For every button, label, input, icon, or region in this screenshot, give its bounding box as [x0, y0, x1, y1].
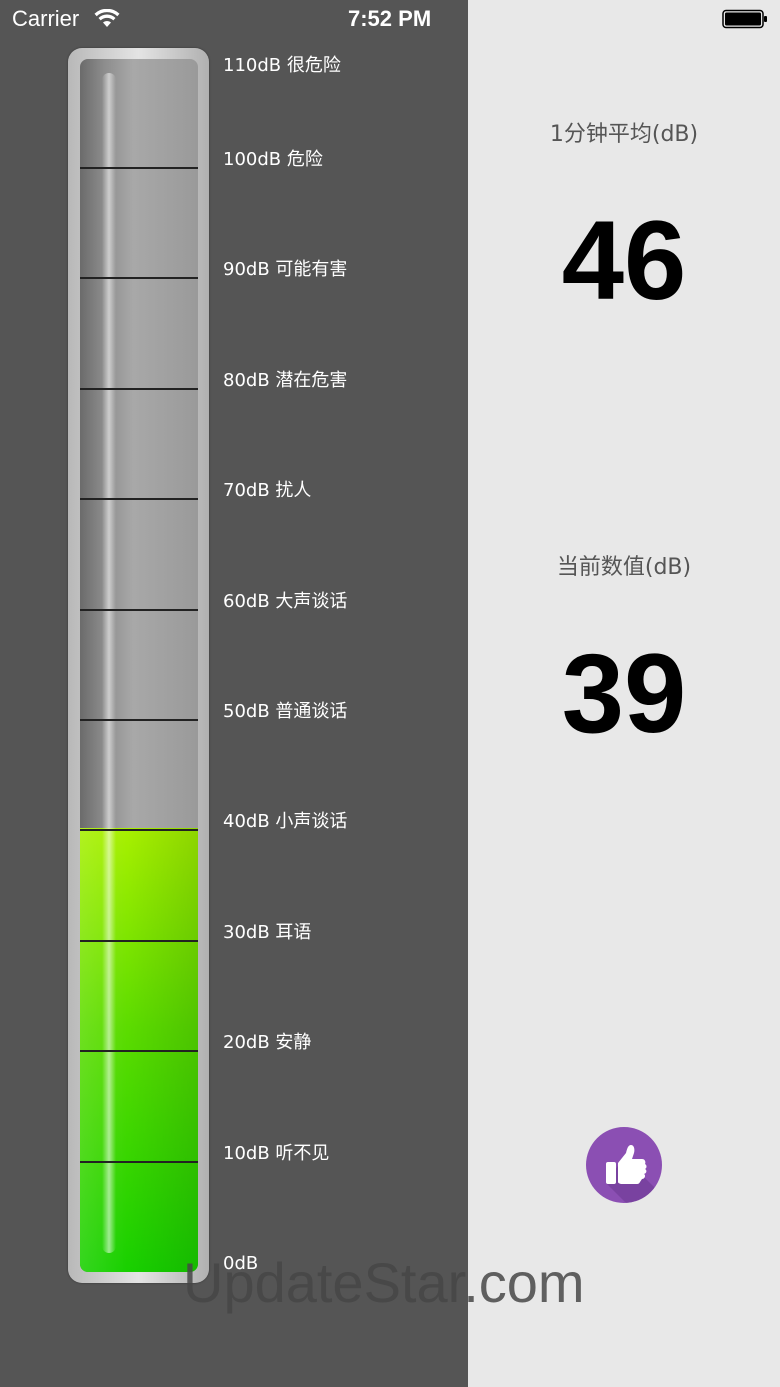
scale-label: 70dB 扰人 [223, 480, 312, 502]
clock-label: 7:52 PM [348, 6, 432, 31]
avg-value: 46 [561, 198, 687, 323]
carrier-label: Carrier [12, 6, 80, 31]
sound-level-meter [80, 59, 198, 1272]
meter-tick [80, 167, 198, 169]
scale-label: 40dB 小声谈话 [223, 811, 348, 833]
status-bar: Carrier 7:52 PM [0, 0, 780, 40]
meter-tick [80, 387, 198, 390]
meter-tick [80, 939, 198, 942]
scale-label: 0dB [223, 1253, 259, 1274]
meter-tick [80, 277, 198, 280]
like-button[interactable] [586, 1127, 662, 1203]
scale-label: 20dB 安静 [223, 1032, 312, 1054]
meter-tick [80, 608, 198, 611]
scale-label: 50dB 普通谈话 [223, 701, 348, 722]
scale-label: 90dB 可能有害 [223, 259, 348, 281]
scale-label: 80dB 潜在危害 [223, 369, 348, 391]
current-title: 当前数值(dB) [556, 555, 692, 580]
meter-tick [80, 498, 198, 501]
meter-tick [80, 1160, 198, 1163]
thumbs-up-icon [606, 1145, 662, 1203]
battery-icon [722, 9, 767, 29]
meter-tick [80, 719, 198, 721]
scale-label: 60dB 大声谈话 [223, 590, 348, 612]
scale-label: 30dB 耳语 [223, 921, 312, 943]
avg-title: 1分钟平均(dB) [549, 122, 699, 147]
wifi-icon [94, 9, 120, 27]
scale-label: 110dB 很危险 [223, 55, 341, 76]
meter-tick [80, 1050, 198, 1053]
meter-highlight [102, 73, 116, 1253]
scale-label: 100dB 危险 [223, 149, 323, 170]
scale-label: 10dB 听不见 [223, 1142, 330, 1164]
meter-tick [80, 829, 198, 832]
current-value: 39 [561, 631, 687, 756]
